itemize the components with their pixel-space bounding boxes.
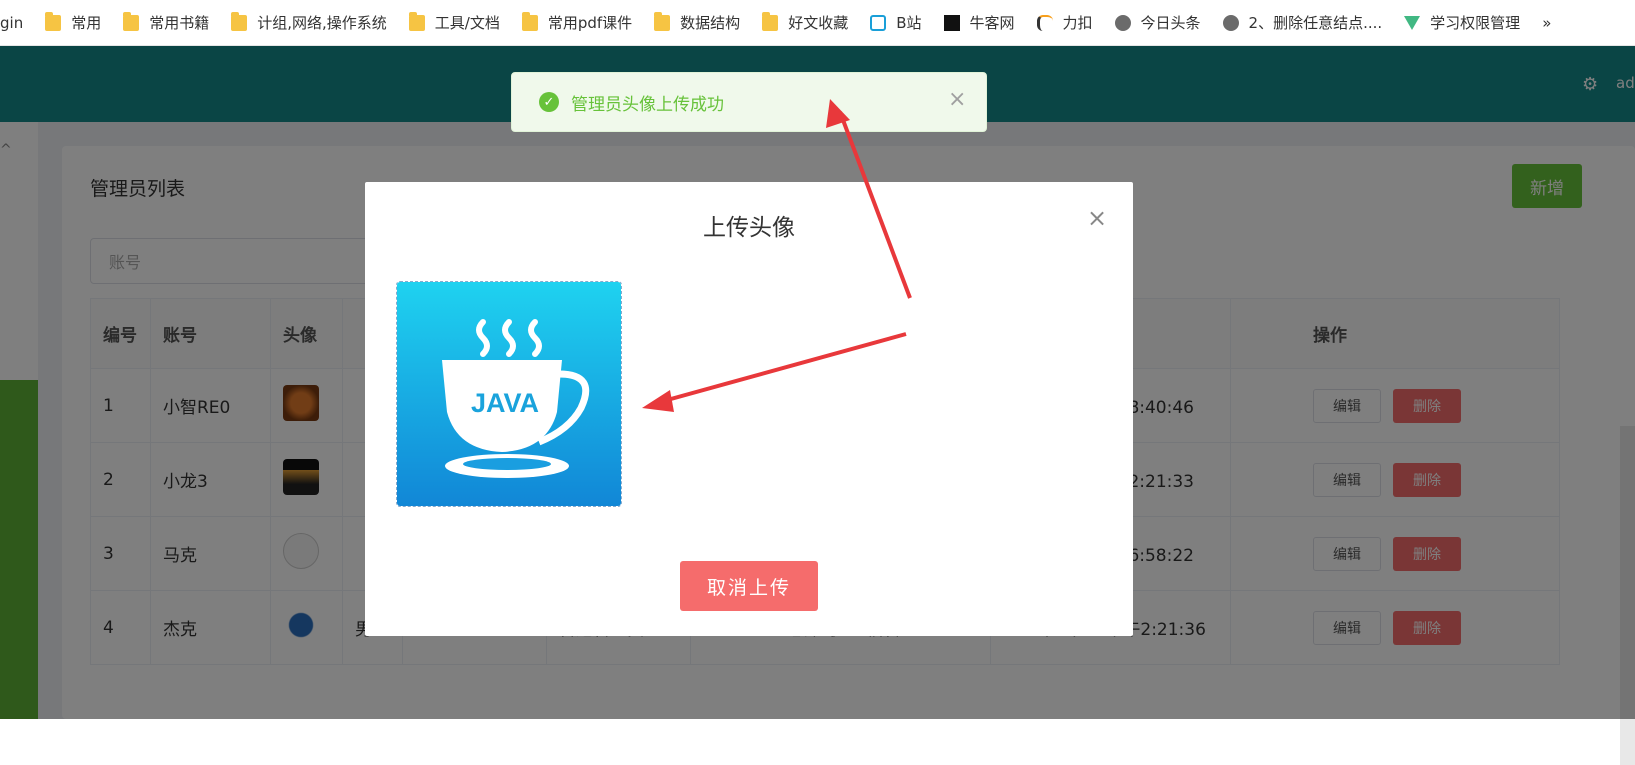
folder-icon xyxy=(654,11,671,31)
upload-avatar-dialog: 上传头像 × JAVA 取消上传 xyxy=(365,182,1133,636)
bookmark-3[interactable]: 计组,网络,操作系统 xyxy=(231,11,387,33)
bookmark-12[interactable]: 2、删除任意结点.... xyxy=(1222,12,1382,33)
bookmark-1[interactable]: 常用 xyxy=(45,11,101,33)
folder-icon xyxy=(231,11,248,31)
java-text: JAVA xyxy=(471,388,539,418)
bookmark-10[interactable]: 力扣 xyxy=(1036,12,1093,33)
folder-icon xyxy=(123,11,140,31)
java-logo-image: JAVA xyxy=(397,282,621,506)
check-circle-icon: ✓ xyxy=(539,92,559,112)
bookmark-13[interactable]: 学习权限管理 xyxy=(1404,12,1520,33)
bookmark-7[interactable]: 好文收藏 xyxy=(762,11,848,33)
close-icon[interactable]: × xyxy=(1087,204,1107,232)
success-toast: ✓ 管理员头像上传成功 × xyxy=(511,72,987,132)
nowcoder-icon xyxy=(943,14,960,31)
bookmark-gin[interactable]: gin xyxy=(0,14,23,32)
bookmark-9[interactable]: 牛客网 xyxy=(943,12,1015,33)
cancel-upload-button[interactable]: 取消上传 xyxy=(680,561,818,611)
close-icon[interactable]: × xyxy=(948,87,966,112)
leetcode-icon xyxy=(1036,14,1053,31)
globe-icon xyxy=(1222,14,1239,31)
folder-icon xyxy=(762,11,779,31)
bilibili-icon xyxy=(870,14,887,31)
bookmark-4[interactable]: 工具/文档 xyxy=(408,11,500,33)
folder-icon xyxy=(521,11,538,31)
toast-message: 管理员头像上传成功 xyxy=(571,94,724,115)
bookmark-6[interactable]: 数据结构 xyxy=(654,11,740,33)
bookmark-11[interactable]: 今日头条 xyxy=(1114,12,1201,33)
bookmark-8[interactable]: B站 xyxy=(870,12,922,33)
dialog-title: 上传头像 xyxy=(703,215,795,241)
bookmarks-overflow[interactable]: » xyxy=(1542,14,1551,32)
globe-icon xyxy=(1114,14,1131,31)
folder-icon xyxy=(408,11,425,31)
vue-icon xyxy=(1404,15,1421,30)
folder-icon xyxy=(45,11,62,31)
avatar-uploader[interactable]: JAVA xyxy=(396,281,622,507)
bookmarks-bar: gin 常用 常用书籍 计组,网络,操作系统 工具/文档 常用pdf课件 数据结… xyxy=(0,0,1635,46)
bookmark-2[interactable]: 常用书籍 xyxy=(123,11,209,33)
bookmark-5[interactable]: 常用pdf课件 xyxy=(521,11,632,33)
